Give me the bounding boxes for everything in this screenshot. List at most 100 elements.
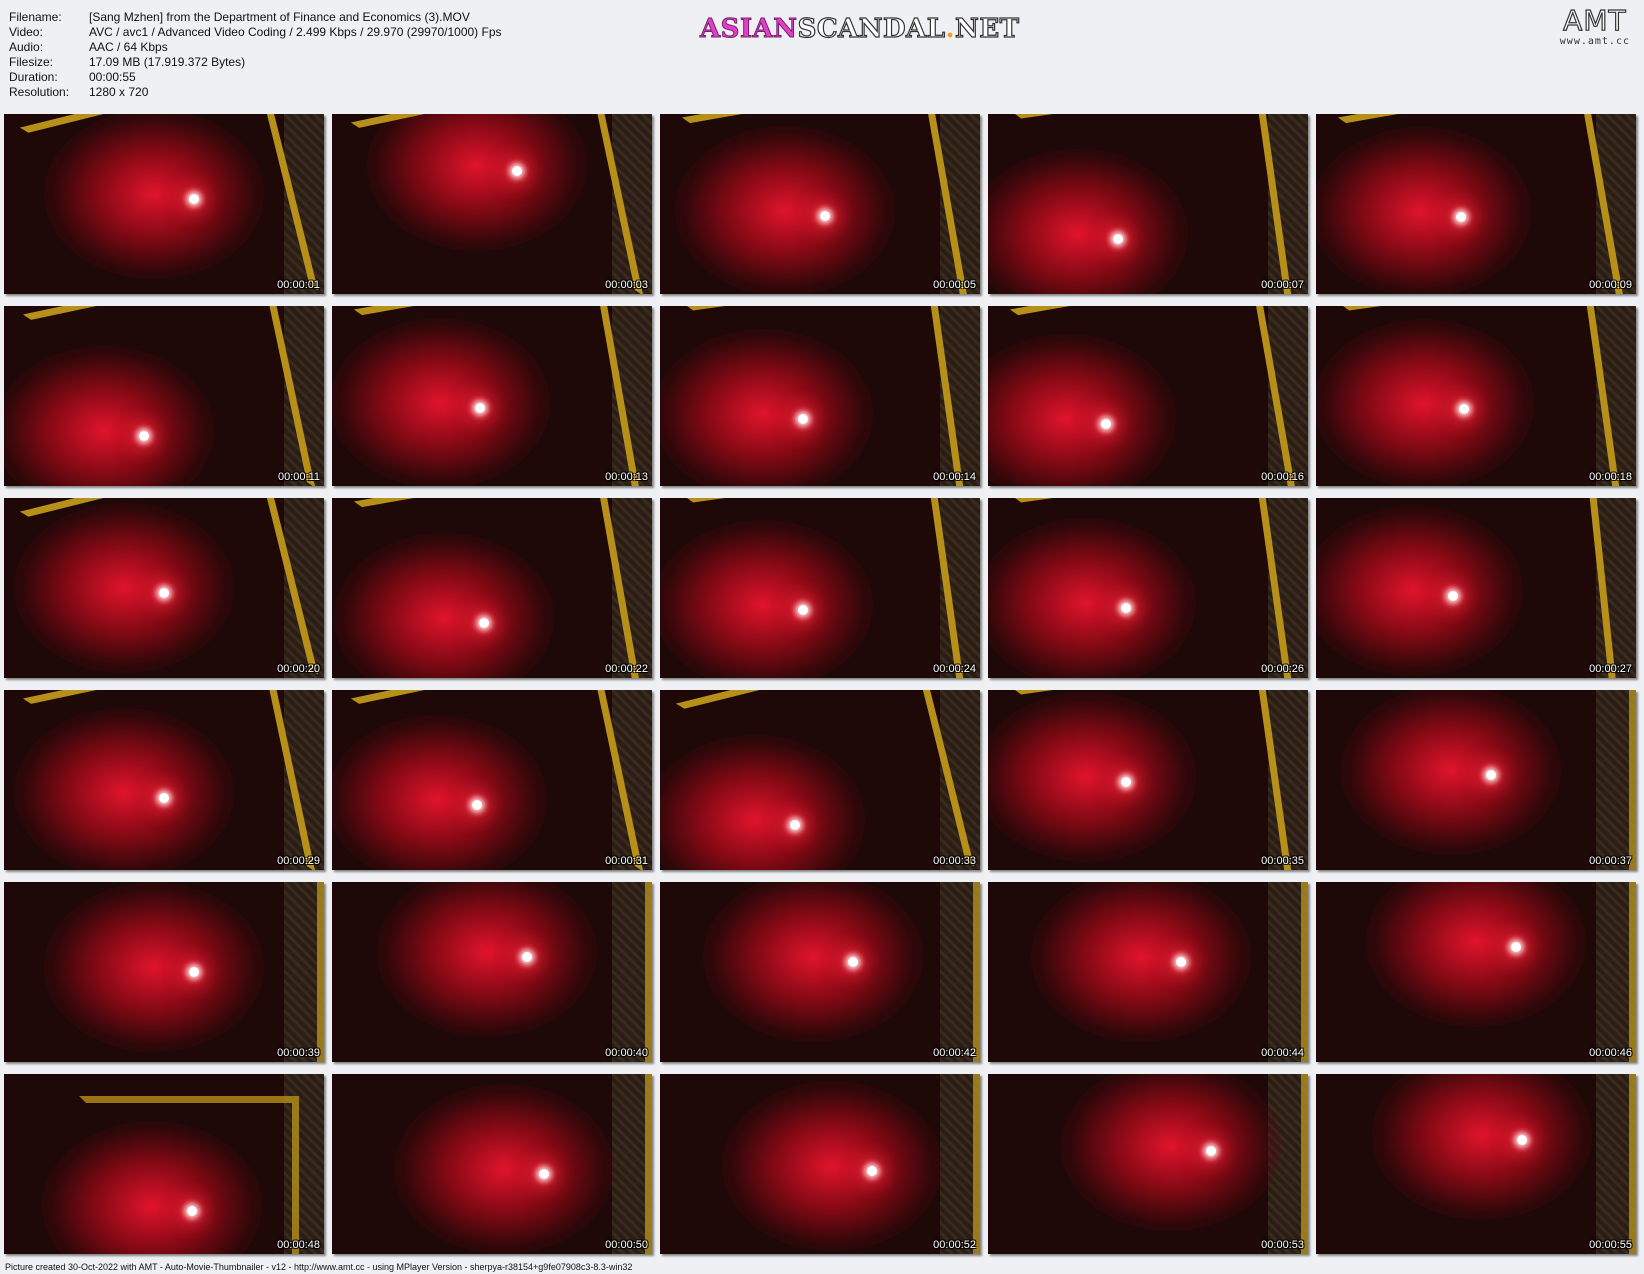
resolution-value: 1280 x 720 (89, 85, 149, 99)
thumbnail-timestamp: 00:00:39 (277, 1047, 320, 1059)
duration-label: Duration: (9, 70, 58, 84)
light-point (848, 957, 858, 967)
door-frame (1576, 882, 1636, 1062)
light-point (512, 166, 522, 176)
door-frame (350, 114, 644, 294)
video-thumbnail: 00:00:09 (1316, 114, 1636, 294)
thumbnail-timestamp: 00:00:26 (1261, 663, 1304, 675)
file-info: Filename: [Sang Mzhen] from the Departme… (9, 10, 502, 100)
video-thumbnail: 00:00:50 (332, 1074, 652, 1254)
red-glow (1372, 1074, 1592, 1220)
video-thumbnail: 00:00:20 (4, 498, 324, 678)
thumbnail-timestamp: 00:00:31 (605, 855, 648, 867)
video-thumbnail: 00:00:35 (988, 690, 1308, 870)
thumbnail-timestamp: 00:00:01 (277, 279, 320, 291)
video-thumbnail: 00:00:42 (660, 882, 980, 1062)
light-point (479, 618, 489, 628)
filename-row: Filename: [Sang Mzhen] from the Departme… (9, 10, 502, 25)
video-row: Video: AVC / avc1 / Advanced Video Codin… (9, 25, 502, 40)
light-point (790, 820, 800, 830)
video-thumbnail: 00:00:01 (4, 114, 324, 294)
thumbnail-grid: 00:00:01 00:00:03 00:00:05 00:00:07 00:00:09… (4, 114, 1636, 1254)
red-glow (722, 1081, 942, 1251)
door-frame (353, 498, 641, 678)
door-frame (1576, 690, 1636, 870)
resolution-row: Resolution: 1280 x 720 (9, 85, 502, 100)
logo-asian-text: ASIAN (700, 14, 798, 45)
filename-value: [Sang Mzhen] from the Department of Fina… (89, 10, 470, 24)
video-thumbnail: 00:00:07 (988, 114, 1308, 294)
video-thumbnail: 00:00:48 (4, 1074, 324, 1254)
light-point (189, 967, 199, 977)
door-frame (19, 114, 319, 294)
audio-value: AAC / 64 Kbps (89, 40, 168, 54)
door-frame (22, 306, 316, 486)
door-frame (1009, 306, 1297, 486)
thumbnail-timestamp: 00:00:18 (1589, 471, 1632, 483)
thumbnail-timestamp: 00:00:46 (1589, 1047, 1632, 1059)
thumbnail-timestamp: 00:00:24 (933, 663, 976, 675)
amt-logo: AMT www.amt.cc (1560, 4, 1630, 47)
light-point (1448, 591, 1458, 601)
thumbnail-timestamp: 00:00:35 (1261, 855, 1304, 867)
door-frame (264, 882, 324, 1062)
video-thumbnail: 00:00:52 (660, 1074, 980, 1254)
amt-logo-title: AMT (1563, 4, 1627, 37)
video-thumbnail: 00:00:26 (988, 498, 1308, 678)
thumbnail-timestamp: 00:00:14 (933, 471, 976, 483)
video-label: Video: (9, 25, 43, 39)
video-thumbnail: 00:00:55 (1316, 1074, 1636, 1254)
door-frame (920, 1074, 980, 1254)
door-frame (19, 498, 319, 678)
footer-credit: Picture created 30-Oct-2022 with AMT - A… (5, 1262, 633, 1272)
light-point (798, 414, 808, 424)
door-frame (681, 114, 969, 294)
red-glow (703, 882, 923, 1042)
video-thumbnail: 00:00:33 (660, 690, 980, 870)
door-frame (685, 306, 965, 486)
light-point (1113, 234, 1123, 244)
door-frame (920, 882, 980, 1062)
thumbnail-timestamp: 00:00:11 (277, 471, 320, 483)
light-point (798, 605, 808, 615)
thumbnail-timestamp: 00:00:27 (1589, 663, 1632, 675)
video-thumbnail: 00:00:39 (4, 882, 324, 1062)
red-glow (44, 882, 264, 1052)
video-value: AVC / avc1 / Advanced Video Coding / 2.4… (89, 25, 502, 39)
thumbnail-timestamp: 00:00:05 (933, 279, 976, 291)
red-glow (394, 1084, 614, 1254)
video-thumbnail: 00:00:05 (660, 114, 980, 294)
video-thumbnail: 00:00:37 (1316, 690, 1636, 870)
thumbnail-timestamp: 00:00:07 (1261, 279, 1304, 291)
light-point (139, 431, 149, 441)
video-thumbnail: 00:00:14 (660, 306, 980, 486)
logo-dot-text: . (945, 14, 956, 44)
light-point (159, 793, 169, 803)
logo-scandal-text: SCANDAL (797, 13, 946, 44)
thumbnail-timestamp: 00:00:48 (277, 1239, 320, 1251)
door-frame (1344, 498, 1618, 678)
light-point (1206, 1146, 1216, 1156)
red-glow (377, 882, 597, 1037)
light-point (475, 403, 485, 413)
door-frame (1341, 306, 1621, 486)
door-frame (1337, 114, 1625, 294)
thumbnail-timestamp: 00:00:13 (605, 471, 648, 483)
light-point (820, 211, 830, 221)
door-frame (1013, 690, 1293, 870)
thumbnail-timestamp: 00:00:42 (933, 1047, 976, 1059)
video-thumbnail: 00:00:11 (4, 306, 324, 486)
light-point (522, 952, 532, 962)
thumbnail-timestamp: 00:00:55 (1589, 1239, 1632, 1251)
video-thumbnail: 00:00:46 (1316, 882, 1636, 1062)
light-point (189, 194, 199, 204)
video-thumbnail: 00:00:22 (332, 498, 652, 678)
light-point (1176, 957, 1186, 967)
door-frame (350, 690, 644, 870)
audio-label: Audio: (9, 40, 44, 54)
thumbnail-timestamp: 00:00:33 (933, 855, 976, 867)
video-thumbnail: 00:00:13 (332, 306, 652, 486)
thumbnail-timestamp: 00:00:40 (605, 1047, 648, 1059)
thumbnail-timestamp: 00:00:37 (1589, 855, 1632, 867)
light-point (1121, 777, 1131, 787)
